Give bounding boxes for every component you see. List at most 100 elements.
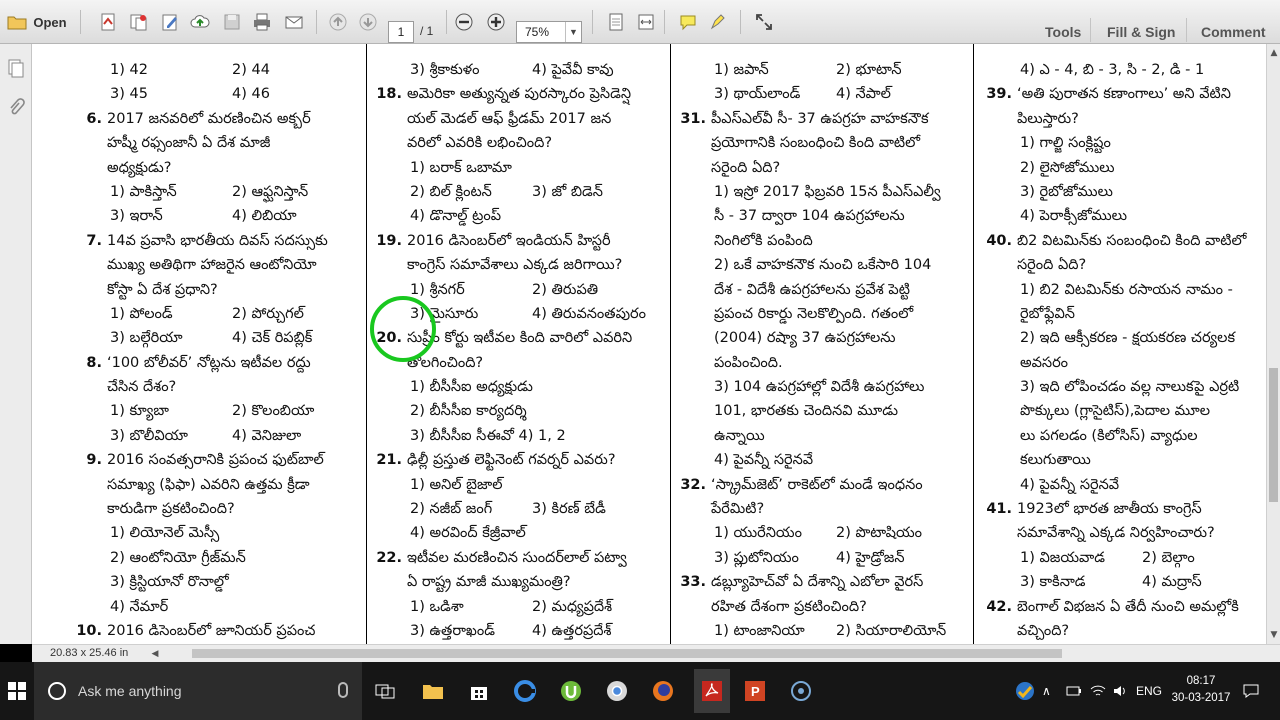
- language-indicator[interactable]: ENG: [1136, 662, 1162, 720]
- option-text: 3) ఇరాన్: [110, 208, 163, 225]
- option-text: 4) ఎ - 4, బి - 3, సి - 2, డి - 1: [1020, 62, 1205, 78]
- question-continuation: ఏ రాష్ట్ర మాజీ ముఖ్యమంత్రి?: [407, 574, 571, 591]
- option-text: 2) సియారాలియోన్: [836, 622, 947, 639]
- tools-link[interactable]: Tools: [1045, 24, 1081, 40]
- text-column-1: 1) 42 2) 44 3) 45 4) 46 6. 2017 జనవరిలో మరణిం…: [72, 44, 362, 644]
- upload-cloud-icon[interactable]: [188, 10, 212, 34]
- option-row: 1) యురేనియం 2) పొటాషియం: [676, 521, 970, 545]
- zoom-in-icon[interactable]: [484, 10, 508, 34]
- question-continuation: కారుడిగా ప్రకటించింది?: [107, 501, 235, 518]
- print-icon[interactable]: [250, 10, 274, 34]
- option-text: సీ - 37 ద్వారా 104 ఉపగ్రహాలను: [714, 208, 905, 225]
- option-row: 1) క్యూబా 2) కొలంబియా: [72, 399, 362, 423]
- zoom-out-icon[interactable]: [452, 10, 476, 34]
- chevron-down-icon[interactable]: ▼: [565, 22, 581, 42]
- firefox-icon[interactable]: [648, 676, 678, 706]
- option-text: 4) ఉత్తరప్రదేశ్: [532, 622, 612, 639]
- edge-browser-icon[interactable]: [510, 676, 540, 706]
- utorrent-icon[interactable]: [556, 676, 586, 706]
- start-button[interactable]: [0, 662, 34, 720]
- column-divider: [670, 44, 671, 644]
- task-view-icon[interactable]: [370, 676, 400, 706]
- option-text: 2) పొటాషియం: [836, 525, 922, 542]
- option-text: (2004) రష్యా 37 ఉపగ్రహాలను: [714, 330, 896, 347]
- question-continuation: రహిత దేశంగా ప్రకటించింది?: [711, 598, 867, 615]
- attachment-icon[interactable]: [6, 98, 26, 118]
- media-player-icon[interactable]: [786, 676, 816, 706]
- fullscreen-icon[interactable]: [752, 10, 776, 34]
- option-text: 2) కొలంబియా: [232, 403, 315, 420]
- microphone-icon[interactable]: [338, 682, 348, 698]
- comment-link[interactable]: Comment: [1201, 24, 1266, 40]
- powerpoint-icon[interactable]: P: [740, 676, 770, 706]
- sticky-note-icon[interactable]: [676, 10, 700, 34]
- question-text: ‘అతి పురాతన కణాంగాలు’ అని వేటిని: [1017, 86, 1231, 103]
- option-row: 3) బొలీవియా 4) వెనిజులా: [72, 424, 362, 448]
- horizontal-scrollbar[interactable]: ◀ ▶: [152, 647, 1280, 661]
- scrollbar-thumb[interactable]: [1269, 368, 1278, 502]
- scroll-left-icon[interactable]: ◀: [148, 648, 162, 659]
- question-line: 7. 14వ ప్రవాసి భారతీయ దివస్ సదస్సుకు: [72, 229, 362, 253]
- fit-width-icon[interactable]: [634, 10, 658, 34]
- option-text: 3) థాయ్‌లాండ్: [714, 86, 801, 103]
- wifi-icon[interactable]: [1090, 662, 1106, 720]
- acrobat-reader-icon[interactable]: [694, 669, 730, 713]
- previous-page-icon[interactable]: [326, 10, 350, 34]
- option-text: 4) మద్రాస్: [1142, 574, 1202, 591]
- next-page-icon[interactable]: [356, 10, 380, 34]
- question-text: 14వ ప్రవాసి భారతీయ దివస్ సదస్సుకు: [107, 232, 328, 249]
- system-clock[interactable]: 08:17 30-03-2017: [1170, 673, 1232, 707]
- question-text: ఢిల్లీ ప్రస్తుత లెఫ్టినెంట్ గవర్నర్ ఎవరు…: [407, 452, 616, 469]
- store-icon[interactable]: [464, 676, 494, 706]
- page-thumbnails-icon[interactable]: [6, 58, 26, 78]
- question-text: 2016 డిసెంబర్‌లో ఇండియన్ హిస్టరీ: [407, 232, 611, 249]
- scrollbar-thumb[interactable]: [192, 649, 1062, 658]
- edit-pencil-icon[interactable]: [158, 10, 182, 34]
- network-status-icon[interactable]: [1010, 676, 1040, 706]
- toolbar-separator: [740, 10, 741, 34]
- question-number: 10.: [76, 622, 102, 639]
- question-line: 10. 2016 డిసెంబర్‌లో జూనియర్ ప్రపంచ: [72, 619, 362, 643]
- page-number-input[interactable]: 1: [388, 21, 414, 43]
- question-continuation: ప్రయోగానికి సంబంధించి కింది వాటిలో: [711, 135, 921, 152]
- toolbar-separator: [316, 10, 317, 34]
- option-text: 1) బి2 విటమిన్‌కు రసాయన నామం -: [1020, 281, 1233, 298]
- zoom-select[interactable]: 75% ▼: [516, 21, 582, 43]
- question-text: 1923లో భారత జాతీయ కాంగ్రెస్: [1017, 501, 1202, 518]
- fill-sign-link[interactable]: Fill & Sign: [1107, 24, 1175, 40]
- option-text: 2) భూటాన్: [836, 62, 902, 78]
- file-explorer-icon[interactable]: [418, 676, 448, 706]
- create-pdf-icon[interactable]: [96, 10, 120, 34]
- option-text: 4) చెక్ రిపబ్లిక్: [232, 330, 313, 347]
- option-text: 3) బీసీసీఐ సీఈవో 4) 1, 2: [410, 427, 566, 444]
- question-continuation: వచ్చింది?: [1017, 622, 1070, 639]
- option-text: 2) పోర్చుగల్: [232, 305, 304, 322]
- vertical-scrollbar[interactable]: ▲ ▼: [1266, 44, 1280, 644]
- action-center-icon[interactable]: [1242, 662, 1260, 720]
- question-continuation: సమాఖ్య (ఫిఫా) ఎవరిని ఉత్తమ క్రీడా: [107, 476, 310, 493]
- battery-icon[interactable]: [1066, 662, 1082, 720]
- scroll-up-icon[interactable]: ▲: [1267, 48, 1280, 58]
- option-text: 1) 42: [110, 62, 148, 78]
- email-icon[interactable]: [282, 10, 306, 34]
- scroll-down-icon[interactable]: ▼: [1267, 630, 1280, 640]
- option-text: పంపించింది.: [714, 354, 783, 371]
- save-icon[interactable]: [220, 10, 244, 34]
- option-text: 1) క్యూబా: [110, 403, 169, 420]
- text-column-3: 1) జపాన్ 2) భూటాన్ 3) థాయ్‌లాండ్ 4) నేపాల్ 3…: [676, 44, 970, 644]
- option-text: 1) టాంజానియా: [714, 622, 805, 639]
- fit-page-icon[interactable]: [604, 10, 628, 34]
- option-text: 3) క్రిస్టియానో రొనాల్డో: [110, 574, 229, 591]
- document-view[interactable]: 1) 42 2) 44 3) 45 4) 46 6. 2017 జనవరిలో మరణిం…: [32, 44, 1266, 644]
- volume-icon[interactable]: [1112, 662, 1128, 720]
- show-hidden-icons-icon[interactable]: ∧: [1042, 662, 1051, 720]
- option-text: 101, భారతకు చెందినవి మూడు: [714, 403, 898, 420]
- highlight-icon[interactable]: [706, 10, 730, 34]
- option-row: 2) నజీబ్ జంగ్ 3) కిరణ్ బేడీ: [372, 497, 670, 521]
- combine-files-icon[interactable]: [126, 10, 150, 34]
- chrome-icon[interactable]: [602, 676, 632, 706]
- open-button[interactable]: Open: [2, 10, 72, 34]
- cortana-search-box[interactable]: Ask me anything: [34, 662, 362, 720]
- navigation-pane: [0, 44, 32, 644]
- option-text: 3) రైబోజోములు: [1020, 183, 1113, 200]
